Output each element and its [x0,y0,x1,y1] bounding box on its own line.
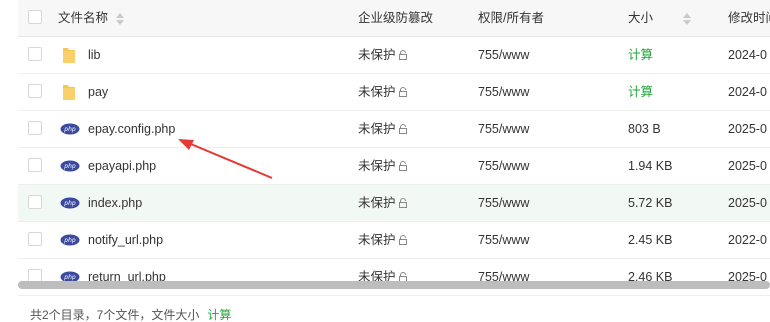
row-checkbox[interactable] [28,121,42,135]
file-size: 803 B [628,122,661,136]
lock-icon [398,161,407,171]
svg-text:php: php [63,163,76,170]
modified-time: 2024-0 [728,48,767,62]
php-file-icon: php [60,160,80,172]
select-all-checkbox[interactable] [28,10,42,24]
header-size-label: 大小 [628,11,654,25]
header-perm: 权限/所有者 [478,11,544,25]
table-body: lib 未保护 755/www 计算 2024-0 pay 未保护 755/www 计算 2024… [18,37,770,296]
svg-text:php: php [63,200,76,207]
protect-status[interactable]: 未保护 [358,222,408,258]
sort-icon[interactable] [116,12,125,26]
modified-time: 2025-0 [728,270,767,284]
modified-time: 2022-0 [728,233,767,247]
table-row[interactable]: lib 未保护 755/www 计算 2024-0 [18,37,770,74]
lock-icon [398,235,407,245]
header-protect: 企业级防篡改 [358,11,434,25]
folder-icon [63,48,75,63]
file-name[interactable]: epayapi.php [88,148,156,184]
permission[interactable]: 755/www [478,37,529,73]
modified-time: 2025-0 [728,159,767,173]
file-name[interactable]: index.php [88,185,142,221]
table-header: 文件名称 企业级防篡改 权限/所有者 大小 修改时间 [18,0,770,37]
permission[interactable]: 755/www [478,185,529,221]
protect-status-text: 未保护 [358,159,396,173]
folder-icon [63,85,75,100]
file-name-cell[interactable]: pay [58,74,348,110]
calc-size-link[interactable]: 计算 [628,37,653,73]
header-time[interactable]: 修改时间 [728,0,770,36]
protect-status[interactable]: 未保护 [358,259,408,295]
php-file-icon: php [60,197,80,209]
lock-icon [398,124,407,134]
file-name-cell[interactable]: php return_url.php [58,259,348,295]
header-size[interactable]: 大小 [628,0,692,36]
file-size: 2.45 KB [628,233,673,247]
file-name[interactable]: epay.config.php [88,111,175,147]
row-checkbox[interactable] [28,195,42,209]
file-name[interactable]: return_url.php [88,259,166,295]
horizontal-scrollbar[interactable] [18,281,770,289]
file-name-cell[interactable]: php notify_url.php [58,222,348,258]
php-file-icon: php [60,123,80,135]
file-size: 2.46 KB [628,270,673,284]
permission[interactable]: 755/www [478,111,529,147]
protect-status[interactable]: 未保护 [358,111,408,147]
footer-calc-link[interactable]: 计算 [207,308,231,322]
permission[interactable]: 755/www [478,222,529,258]
protect-status[interactable]: 未保护 [358,74,408,110]
header-name-label: 文件名称 [58,11,109,25]
row-checkbox[interactable] [28,84,42,98]
file-name-cell[interactable]: php epay.config.php [58,111,348,147]
svg-text:php: php [63,237,76,244]
lock-icon [398,50,407,60]
php-file-icon: php [60,234,80,246]
table-row[interactable]: php epayapi.php 未保护 755/www 1.94 KB 2025-0 [18,148,770,185]
calc-size-link[interactable]: 计算 [628,74,653,110]
svg-text:php: php [63,126,76,133]
row-checkbox[interactable] [28,158,42,172]
table-row[interactable]: php notify_url.php 未保护 755/www 2.45 KB 2022-0 [18,222,770,259]
modified-time: 2024-0 [728,85,767,99]
file-name-cell[interactable]: lib [58,37,348,73]
file-table: 文件名称 企业级防篡改 权限/所有者 大小 修改时间 lib 未保护 755/www… [18,0,770,296]
row-checkbox[interactable] [28,47,42,61]
protect-status-text: 未保护 [358,196,396,210]
protect-status-text: 未保护 [358,122,396,136]
table-row[interactable]: php return_url.php 未保护 755/www 2.46 KB 2025-0 [18,259,770,296]
file-size: 5.72 KB [628,196,673,210]
footer-summary: 共2个目录，7个文件，文件大小 计算 [30,308,231,322]
protect-status[interactable]: 未保护 [358,148,408,184]
permission[interactable]: 755/www [478,148,529,184]
permission[interactable]: 755/www [478,259,529,295]
row-checkbox[interactable] [28,232,42,246]
modified-time: 2025-0 [728,196,767,210]
protect-status-text: 未保护 [358,233,396,247]
footer-summary-text: 共2个目录，7个文件，文件大小 [30,308,200,322]
protect-status-text: 未保护 [358,85,396,99]
file-name[interactable]: lib [88,37,101,73]
modified-time: 2025-0 [728,122,767,136]
lock-icon [398,198,407,208]
lock-icon [398,87,407,97]
table-row[interactable]: pay 未保护 755/www 计算 2024-0 [18,74,770,111]
protect-status[interactable]: 未保护 [358,37,408,73]
table-row[interactable]: php index.php 未保护 755/www 5.72 KB 2025-0 [18,185,770,222]
file-name-cell[interactable]: php index.php [58,185,348,221]
file-name[interactable]: pay [88,74,108,110]
header-name[interactable]: 文件名称 [58,0,125,36]
table-row[interactable]: php epay.config.php 未保护 755/www 803 B 2025-0 [18,111,770,148]
protect-status[interactable]: 未保护 [358,185,408,221]
sort-icon[interactable] [683,12,692,26]
file-name-cell[interactable]: php epayapi.php [58,148,348,184]
file-name[interactable]: notify_url.php [88,222,163,258]
permission[interactable]: 755/www [478,74,529,110]
protect-status-text: 未保护 [358,48,396,62]
file-size: 1.94 KB [628,159,673,173]
